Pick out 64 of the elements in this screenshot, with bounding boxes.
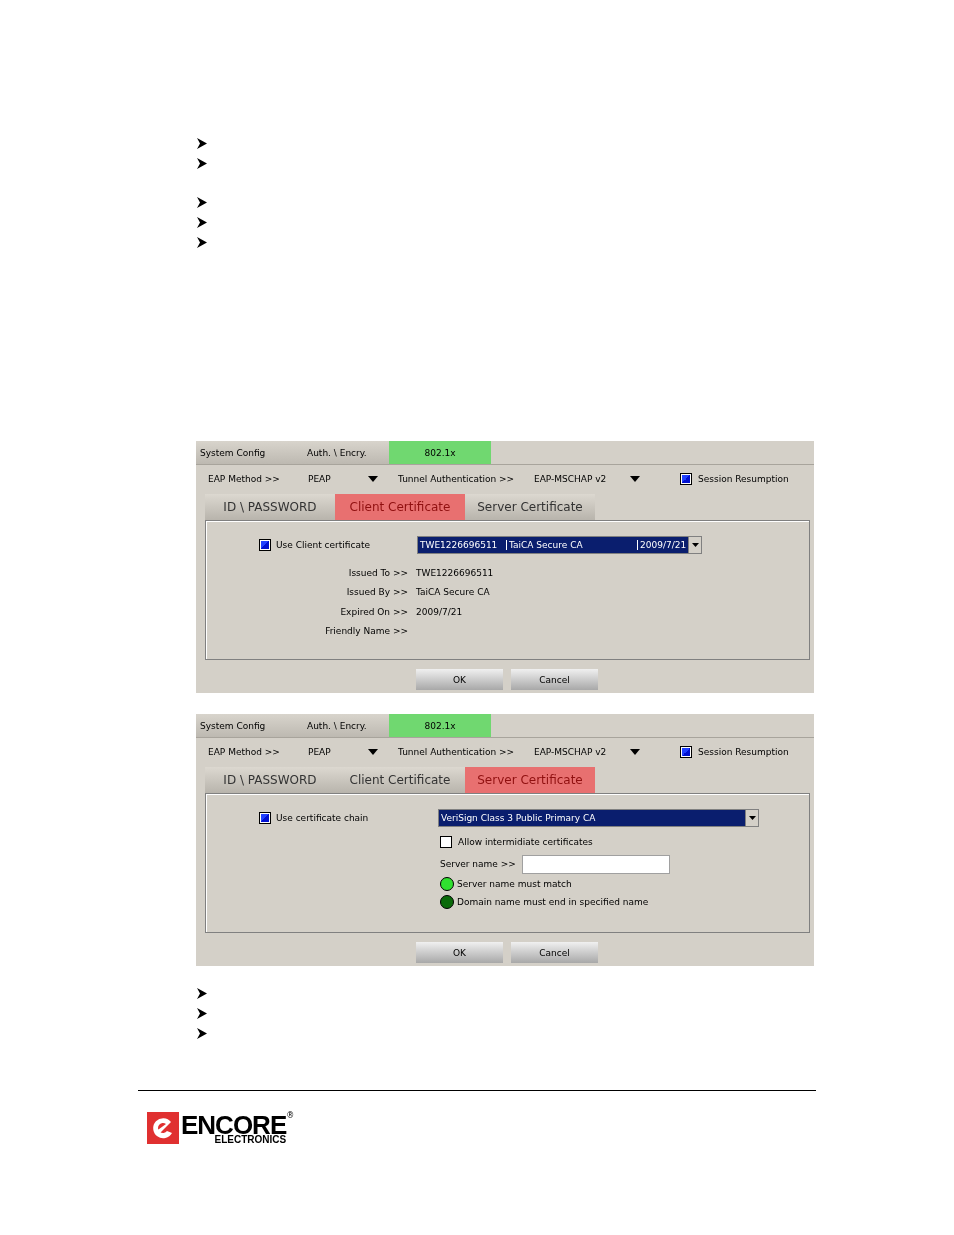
eap-method-label: EAP Method >> xyxy=(208,747,281,757)
detail-label: Issued By >> xyxy=(345,587,408,598)
session-resumption-label: Session Resumption xyxy=(698,747,789,757)
arrowhead-bullet-icon xyxy=(197,987,207,999)
top-tab[interactable]: System Config xyxy=(196,714,295,737)
ok-button[interactable]: OK xyxy=(416,942,503,963)
dropdown-arrow-icon[interactable] xyxy=(368,749,378,755)
server-name-field[interactable] xyxy=(521,854,670,874)
cancel-button[interactable]: Cancel xyxy=(511,942,598,963)
certificate-tab[interactable]: Client Certificate xyxy=(335,767,465,793)
arrowhead-bullet-icon xyxy=(197,137,207,149)
tunnel-auth-value: EAP-MSCHAP v2 xyxy=(534,474,608,484)
indicator-light-icon[interactable] xyxy=(440,877,454,891)
session-checkbox[interactable] xyxy=(680,746,692,758)
arrowhead-bullet-icon xyxy=(197,216,207,228)
registered-mark: ® xyxy=(286,1112,295,1120)
top-tab[interactable]: Auth. \ Encry. xyxy=(295,441,389,464)
arrowhead-bullet-icon xyxy=(197,157,207,169)
indicator-light-icon[interactable] xyxy=(440,895,454,909)
detail-label: Issued To >> xyxy=(347,567,408,578)
logo-subtitle: ELECTRONICS xyxy=(214,1135,287,1145)
certificate-select[interactable]: TWE1226696511 TaiCA Secure CA 2009/7/21 xyxy=(417,536,702,554)
session-resumption-label: Session Resumption xyxy=(698,474,789,484)
tunnel-auth-label: Tunnel Authentication >> xyxy=(398,474,516,484)
eap-method-value: PEAP xyxy=(308,747,332,757)
dropdown-arrow-icon xyxy=(748,816,756,820)
ca-select[interactable]: VeriSign Class 3 Public Primary CA xyxy=(438,809,759,827)
tunnel-auth-label: Tunnel Authentication >> xyxy=(398,747,516,757)
dropdown-arrow-icon[interactable] xyxy=(368,476,378,482)
ok-button[interactable]: OK xyxy=(416,669,503,690)
session-checkbox[interactable] xyxy=(680,473,692,485)
eap-method-label: EAP Method >> xyxy=(208,474,281,484)
dropdown-arrow-icon[interactable] xyxy=(630,749,640,755)
detail-value: TaiCA Secure CA xyxy=(416,587,490,598)
dropdown-arrow-icon[interactable] xyxy=(630,476,640,482)
detail-value: TWE1226696511 xyxy=(416,567,494,578)
logo-emblem-icon xyxy=(147,1112,179,1144)
certificate-tab[interactable]: Server Certificate xyxy=(465,494,595,520)
cancel-button[interactable]: Cancel xyxy=(511,669,598,690)
arrowhead-bullet-icon xyxy=(197,1027,207,1039)
top-tab[interactable]: 802.1x xyxy=(389,714,491,737)
intermediate-checkbox[interactable] xyxy=(440,836,452,848)
top-tab[interactable]: System Config xyxy=(196,441,295,464)
use-certificate-checkbox[interactable] xyxy=(259,539,271,551)
intermediate-label: Allow intermidiate certificates xyxy=(458,837,593,847)
eap-method-value: PEAP xyxy=(308,474,332,484)
use-chain-checkbox[interactable] xyxy=(259,812,271,824)
use-certificate-label: Use Client certificate xyxy=(276,540,371,550)
top-tab[interactable]: 802.1x xyxy=(389,441,491,464)
option-label: Domain name must end in specified name xyxy=(457,897,649,907)
tunnel-auth-value: EAP-MSCHAP v2 xyxy=(534,747,608,757)
top-tab[interactable]: Auth. \ Encry. xyxy=(295,714,389,737)
detail-value: 2009/7/21 xyxy=(416,606,463,617)
server-name-label: Server name >> xyxy=(440,859,516,869)
option-label: Server name must match xyxy=(457,879,572,889)
use-chain-label: Use certificate chain xyxy=(276,813,370,823)
certificate-tab[interactable]: ID \ PASSWORD xyxy=(205,494,335,520)
certificate-tab[interactable]: ID \ PASSWORD xyxy=(205,767,335,793)
arrowhead-bullet-icon xyxy=(197,196,207,208)
detail-label: Expired On >> xyxy=(339,606,408,617)
arrowhead-bullet-icon xyxy=(197,1007,207,1019)
dropdown-arrow-icon xyxy=(691,543,699,547)
detail-label: Friendly Name >> xyxy=(324,626,408,637)
arrowhead-bullet-icon xyxy=(197,236,207,248)
